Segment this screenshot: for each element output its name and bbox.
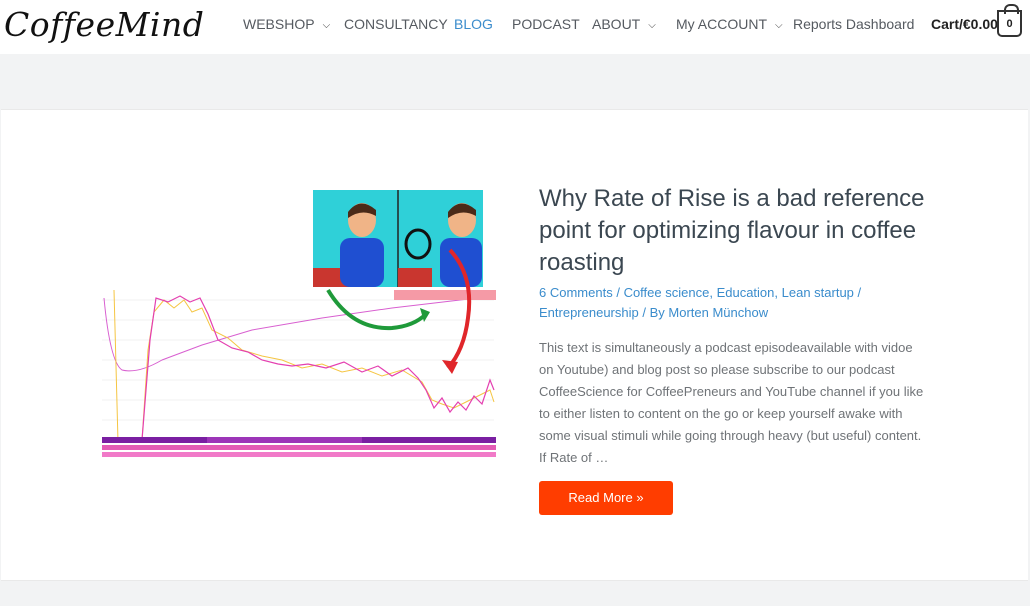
phase-bar-3 [102, 445, 496, 450]
comic-table-right [398, 268, 432, 287]
meta-separator: / [642, 305, 650, 320]
chevron-down-icon: ⌵ [775, 20, 783, 31]
cart-count: 0 [1006, 18, 1013, 30]
chart-legend-box [394, 290, 496, 300]
meta-separator: / [616, 285, 624, 300]
nav-my-account[interactable]: My ACCOUNT ⌵ [676, 16, 783, 32]
site-header: CoffeeMind WEBSHOP ⌵ CONSULTANCY BLOG POD… [0, 0, 1030, 54]
meta-comma: , [774, 285, 782, 300]
nav-consultancy[interactable]: CONSULTANCY [344, 16, 448, 32]
category-link[interactable]: Coffee science [624, 285, 710, 300]
read-more-button[interactable]: Read More » [539, 481, 673, 515]
author-link[interactable]: Morten Münchow [668, 305, 768, 320]
nav-podcast[interactable]: PODCAST [512, 16, 580, 32]
meta-separator: / [857, 285, 862, 300]
category-link[interactable]: Lean startup [782, 285, 854, 300]
phase-bar-2 [207, 437, 362, 443]
post-thumbnail[interactable] [92, 190, 498, 462]
nav-about-label: ABOUT [592, 16, 641, 32]
roast-chart-background [92, 290, 496, 460]
post-title[interactable]: Why Rate of Rise is a bad reference poin… [539, 183, 939, 279]
post-excerpt: This text is simultaneously a podcast ep… [539, 340, 924, 465]
meta-comma: , [709, 285, 717, 300]
nav-my-account-label: My ACCOUNT [676, 16, 767, 32]
nav-about[interactable]: ABOUT ⌵ [592, 16, 656, 32]
author-by-label: By [649, 305, 665, 320]
chevron-down-icon: ⌵ [648, 20, 656, 31]
chevron-down-icon: ⌵ [322, 20, 331, 31]
post-meta: 6 Comments / Coffee science, Education, … [539, 283, 869, 323]
cart-link[interactable]: Cart/€0.00 [931, 16, 998, 32]
site-logo[interactable]: CoffeeMind [4, 5, 204, 44]
category-link[interactable]: Entrepreneurship [539, 305, 639, 320]
cart-bag-icon[interactable]: 0 [997, 4, 1022, 37]
comments-link[interactable]: 6 Comments [539, 285, 613, 300]
nav-webshop-label: WEBSHOP [243, 16, 315, 32]
nav-reports-dashboard[interactable]: Reports Dashboard [793, 16, 914, 32]
phase-bar-4 [102, 452, 496, 457]
nav-blog[interactable]: BLOG [454, 16, 493, 32]
category-link[interactable]: Education [717, 285, 775, 300]
nav-webshop[interactable]: WEBSHOP ⌵ [243, 16, 330, 32]
